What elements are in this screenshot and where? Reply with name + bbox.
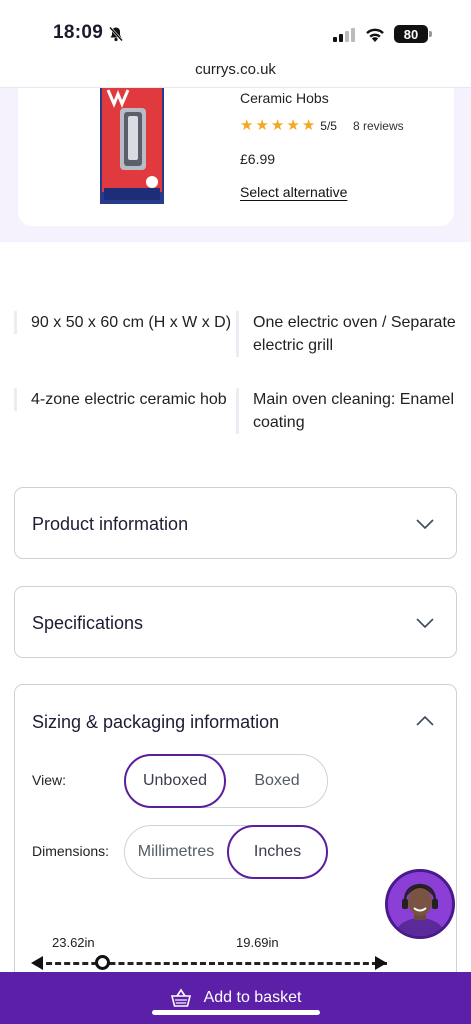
specifications-accordion[interactable]: Specifications <box>14 586 457 658</box>
add-to-basket-bar: Add to basket <box>0 972 471 1024</box>
rating-stars: ★ ★ ★ ★ ★ 5/5 8 reviews <box>240 118 404 133</box>
arrow-left-icon <box>31 956 43 970</box>
rating-text: 5/5 <box>320 118 337 133</box>
select-alternative-link[interactable]: Select alternative <box>240 184 347 200</box>
feature-hob: 4-zone electric ceramic hob <box>14 388 234 411</box>
star-icon: ★ <box>255 117 269 134</box>
feature-oven: One electric oven / Separate electric gr… <box>236 311 466 357</box>
width-measurement: 19.69in <box>236 935 279 950</box>
chevron-down-icon <box>416 519 434 529</box>
dimension-option-inches[interactable]: Inches <box>227 825 328 879</box>
alternative-product-title[interactable]: Ceramic Hobs <box>240 90 329 106</box>
star-icon: ★ <box>270 117 285 134</box>
reviews-link[interactable]: 8 reviews <box>353 119 404 133</box>
url-text: currys.co.uk <box>195 61 276 78</box>
battery-level: 80 <box>403 26 419 42</box>
accordion-title: Product information <box>32 514 189 534</box>
wifi-icon <box>366 28 384 42</box>
alternative-product-card: Ceramic Hobs ★ ★ ★ ★ ★ 5/5 8 reviews £6.… <box>18 88 454 226</box>
cellular-signal-icon <box>333 28 355 42</box>
view-toggle: Unboxed Boxed <box>124 754 328 808</box>
feature-cleaning: Main oven cleaning: Enamel coating <box>236 388 466 434</box>
product-image[interactable] <box>100 88 164 204</box>
add-to-basket-button[interactable]: Add to basket <box>0 972 471 1024</box>
accordion-title[interactable]: Sizing & packaging information <box>32 712 279 733</box>
assistant-avatar-icon <box>388 872 452 936</box>
star-icon: ★ <box>286 117 300 134</box>
bell-muted-icon <box>109 26 123 42</box>
dimensions-label: Dimensions: <box>32 843 110 859</box>
alternative-product-price: £6.99 <box>240 151 276 167</box>
status-bar: 18:09 80 <box>0 0 471 58</box>
feature-dimensions: 90 x 50 x 60 cm (H x W x D) <box>14 311 234 334</box>
sizing-packaging-accordion: Sizing & packaging information View: Unb… <box>14 684 457 1004</box>
view-option-unboxed[interactable]: Unboxed <box>124 754 226 808</box>
alternative-product-section: Ceramic Hobs ★ ★ ★ ★ ★ 5/5 8 reviews £6.… <box>0 88 471 242</box>
dimension-option-millimetres[interactable]: Millimetres <box>125 825 227 879</box>
basket-icon <box>170 988 191 1007</box>
view-label: View: <box>32 772 66 788</box>
add-to-basket-label: Add to basket <box>203 989 302 1006</box>
dimension-node <box>95 955 110 970</box>
chevron-down-icon <box>416 618 434 628</box>
star-icon: ★ <box>301 117 316 134</box>
home-indicator <box>152 1010 320 1015</box>
star-icon: ★ <box>240 117 254 134</box>
view-option-boxed[interactable]: Boxed <box>226 754 328 808</box>
chevron-up-icon[interactable] <box>416 716 434 726</box>
accordion-title: Specifications <box>32 613 144 633</box>
status-time: 18:09 <box>53 22 104 43</box>
chat-assistant-button[interactable] <box>385 869 455 939</box>
dimensions-toggle: Millimetres Inches <box>124 825 328 879</box>
arrow-right-icon <box>375 956 387 970</box>
depth-measurement: 23.62in <box>52 935 95 950</box>
dimension-line <box>37 962 387 965</box>
url-bar[interactable]: currys.co.uk <box>0 58 471 88</box>
product-information-accordion[interactable]: Product information <box>14 487 457 559</box>
battery-indicator: 80 <box>394 25 432 43</box>
